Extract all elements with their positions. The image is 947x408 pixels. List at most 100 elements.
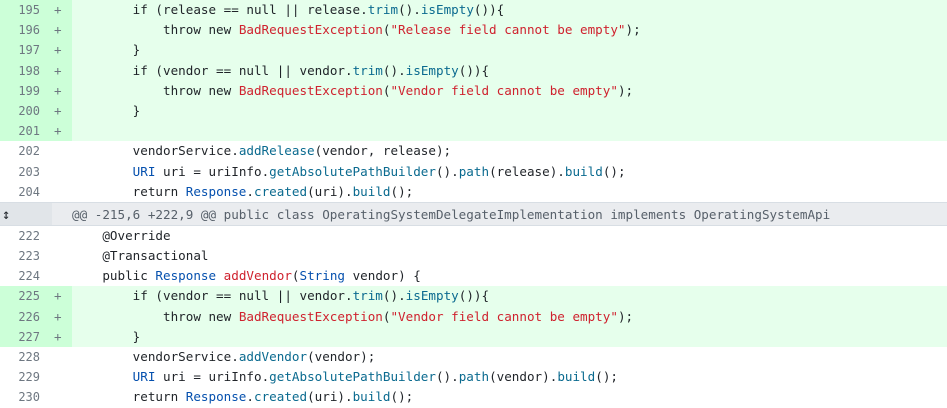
code-token: (vendor, release);: [314, 143, 452, 159]
diff-line-added: 227 + }: [0, 326, 947, 347]
diff-line-added: 198 + if (vendor == null || vendor.trim()…: [0, 60, 947, 81]
diff-line-context: 204 return Response.created(uri).build()…: [0, 182, 947, 202]
code-token: (vendor);: [307, 349, 376, 364]
diff-marker: [46, 226, 72, 246]
diff-marker: [46, 182, 72, 202]
diff-line-added: 226 + throw new BadRequestException("Vend…: [0, 306, 947, 327]
code-line: URI uri = uriInfo.getAbsolutePathBuilder…: [72, 367, 947, 387]
line-number[interactable]: 223: [0, 246, 46, 266]
code-token: uri = uriInfo.: [155, 163, 270, 179]
code-line: public Response addVendor(String vendor)…: [72, 266, 947, 286]
code-token: if (vendor ==: [72, 62, 239, 78]
code-line: }: [72, 101, 947, 121]
line-number[interactable]: 228: [0, 347, 46, 367]
line-number[interactable]: 225: [0, 286, 46, 307]
code-token: || vendor.: [269, 288, 353, 304]
code-token: URI: [132, 163, 156, 179]
code-token: build: [352, 389, 391, 405]
diff-marker: [46, 246, 72, 266]
code-token: path: [458, 163, 490, 179]
line-number[interactable]: 224: [0, 266, 46, 286]
code-token: || vendor.: [269, 62, 353, 78]
code-token: @Override: [72, 227, 171, 243]
diff-marker: [46, 141, 72, 161]
code-line: if (vendor == null || vendor.trim().isEm…: [72, 286, 947, 306]
code-token: BadRequestException: [238, 22, 383, 38]
line-number[interactable]: 198: [0, 60, 46, 81]
diff-line-context: 223 @Transactional: [0, 246, 947, 266]
code-token: (uri).: [307, 389, 353, 405]
hunk-header-row: ↕ @@ -215,6 +222,9 @@ public class Opera…: [0, 201, 947, 226]
code-token: "Vendor field cannot be empty": [390, 308, 618, 324]
code-token: ()){: [458, 62, 490, 78]
code-token: ().: [435, 163, 459, 179]
line-number[interactable]: 222: [0, 226, 46, 246]
code-token: || release.: [276, 2, 368, 17]
diff-marker: [46, 387, 72, 407]
code-token: ()){: [473, 2, 505, 17]
code-line: throw new BadRequestException("Release f…: [72, 20, 947, 40]
line-number[interactable]: 202: [0, 141, 46, 161]
line-number[interactable]: 196: [0, 20, 46, 41]
code-line: }: [72, 327, 947, 347]
code-token: throw new: [72, 308, 239, 324]
code-token: Response: [185, 183, 247, 199]
diff-line-added: 225 + if (vendor == null || vendor.trim()…: [0, 286, 947, 307]
diff-line-context: 224 public Response addVendor(String ven…: [0, 266, 947, 286]
line-number[interactable]: 204: [0, 182, 46, 202]
code-token: ();: [390, 389, 414, 405]
diff-marker: +: [46, 306, 72, 327]
code-token: getAbsolutePathBuilder: [269, 163, 436, 179]
line-number[interactable]: 230: [0, 387, 46, 407]
diff-marker: +: [46, 0, 72, 21]
line-number[interactable]: 203: [0, 162, 46, 182]
expand-lines-icon[interactable]: ↕: [0, 202, 52, 225]
line-number[interactable]: 200: [0, 100, 46, 122]
code-token: .: [246, 183, 254, 199]
code-token: addVendor: [223, 268, 292, 284]
code-token: URI: [132, 369, 156, 385]
line-number[interactable]: 226: [0, 306, 46, 327]
diff-marker: [46, 347, 72, 367]
code-token: build: [352, 183, 391, 199]
line-number[interactable]: 195: [0, 0, 46, 21]
code-token: null: [238, 62, 270, 78]
diff-marker: +: [46, 286, 72, 307]
code-token: null: [246, 2, 277, 17]
diff-line-context: 222 @Override: [0, 226, 947, 246]
line-number[interactable]: 227: [0, 326, 46, 347]
line-number[interactable]: 197: [0, 40, 46, 61]
diff-line-context: 228 vendorService.addVendor(vendor);: [0, 347, 947, 367]
code-line: @Transactional: [72, 246, 947, 266]
code-token: vendor) {: [345, 268, 421, 284]
code-token: isEmpty: [405, 62, 459, 78]
diff-hunk-top: 195 + if (release == null || release.trim…: [0, 0, 947, 202]
code-token: ().: [435, 369, 459, 385]
code-token: trim: [352, 288, 383, 304]
diff-marker: +: [46, 60, 72, 81]
code-token: );: [625, 22, 641, 38]
code-token: (uri).: [307, 183, 353, 199]
code-line: vendorService.addVendor(vendor);: [72, 347, 947, 367]
code-token: }: [72, 42, 141, 58]
code-token: addRelease: [238, 143, 315, 159]
line-number[interactable]: 229: [0, 367, 46, 387]
line-number[interactable]: 199: [0, 80, 46, 101]
diff-line-added: 197 + }: [0, 40, 947, 61]
diff-line-context: 202 vendorService.addRelease(vendor, rel…: [0, 141, 947, 161]
code-token: ();: [595, 369, 618, 385]
code-line: }: [72, 40, 947, 60]
code-token: (vendor).: [489, 369, 558, 385]
diff-line-context: 229 URI uri = uriInfo.getAbsolutePathBui…: [0, 367, 947, 387]
code-token: created: [254, 183, 308, 199]
code-token: ()){: [458, 288, 490, 304]
code-token: Response: [155, 268, 217, 284]
line-number[interactable]: 201: [0, 121, 46, 142]
diff-line-added: 195 + if (release == null || release.trim…: [0, 0, 947, 21]
code-token: public: [72, 268, 156, 284]
code-token: return: [72, 183, 186, 199]
code-token: created: [254, 389, 308, 405]
